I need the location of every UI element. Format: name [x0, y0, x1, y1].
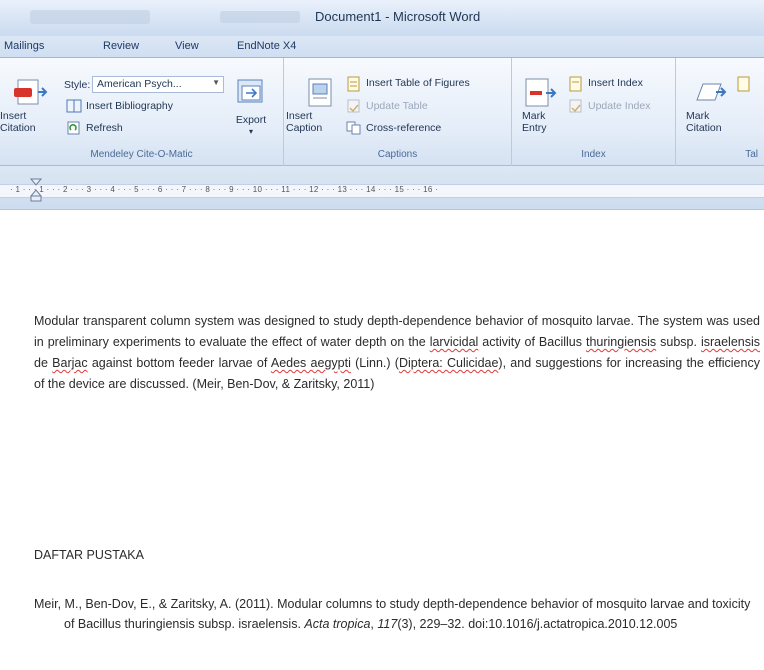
group-label-mendeley: Mendeley Cite-O-Matic — [90, 149, 193, 160]
text-run: subsp. — [656, 335, 701, 349]
document-page[interactable]: Modular transparent column system was de… — [0, 211, 764, 670]
update-table-label: Update Table — [366, 100, 428, 112]
text-run: (3), 229–32. doi:10.1016/j.actatropica.2… — [397, 617, 678, 631]
text-run: against bottom feeder larvae of — [87, 356, 271, 370]
style-label: Style: — [64, 79, 91, 91]
export-label: Export — [235, 114, 267, 126]
style-value: American Psych... — [97, 78, 182, 90]
abstract-paragraph[interactable]: Modular transparent column system was de… — [34, 311, 760, 395]
tab-view[interactable]: View — [175, 40, 199, 52]
tab-endnote[interactable]: EndNote X4 — [237, 40, 296, 52]
window-title: Document1 - Microsoft Word — [315, 9, 481, 24]
text-run: (Linn.) ( — [350, 356, 399, 370]
export-icon — [237, 79, 263, 103]
spelling-error[interactable]: Aedes aegypti — [271, 356, 351, 370]
refresh-label: Refresh — [86, 122, 123, 134]
insert-index-label: Insert Index — [588, 77, 643, 89]
reference-entry[interactable]: Meir, M., Ben-Dov, E., & Zaritsky, A. (2… — [34, 594, 760, 634]
update-table-icon — [347, 99, 360, 113]
insert-caption-label: Insert Caption — [286, 110, 323, 134]
group-index: Mark Entry Insert Index Update Index Ind… — [512, 58, 676, 166]
journal-title: Acta tropica — [304, 617, 371, 631]
group-mendeley: Insert Citation Style: American Psych...… — [0, 58, 284, 166]
spelling-error[interactable]: Diptera: Culicidae — [399, 356, 498, 370]
spelling-error[interactable]: thuringiensis — [586, 335, 656, 349]
contextual-tab-label — [220, 11, 300, 23]
spelling-error[interactable]: israelensis — [701, 335, 760, 349]
update-index-label: Update Index — [588, 100, 651, 112]
tab-review[interactable]: Review — [103, 40, 139, 52]
table-of-authorities-icon — [737, 76, 750, 92]
quick-access-toolbar — [30, 10, 150, 24]
text-run: de — [34, 356, 53, 370]
insert-citation-label: Insert Citation — [0, 110, 36, 134]
insert-caption-icon — [308, 78, 332, 107]
tab-mailings[interactable]: Mailings — [4, 40, 44, 52]
spelling-error[interactable]: larvicidal — [430, 335, 479, 349]
update-index-icon — [569, 99, 582, 113]
ribbon: Insert Citation Style: American Psych...… — [0, 58, 764, 166]
mark-entry-icon — [525, 78, 557, 107]
ribbon-tabs: Mailings Review View EndNote X4 — [0, 36, 764, 58]
insert-index-icon — [569, 76, 582, 92]
ruler[interactable]: · 1 · · · 1 · · · 2 · · · 3 · · · 4 · · … — [0, 166, 764, 210]
group-label-captions: Captions — [377, 149, 418, 160]
journal-volume: 117 — [377, 617, 398, 631]
group-label-toa: Tal — [745, 149, 758, 160]
cross-reference-label: Cross-reference — [366, 122, 442, 134]
refresh-icon — [67, 121, 80, 135]
mark-citation-label: Mark Citation — [686, 110, 722, 134]
ruler-marks: · 1 · · · 1 · · · 2 · · · 3 · · · 4 · · … — [10, 185, 439, 194]
group-table-of-authorities: Mark Citation Tal — [676, 58, 764, 166]
style-dropdown[interactable]: American Psych... ▼ — [92, 76, 224, 93]
bibliography-heading: DAFTAR PUSTAKA — [34, 548, 144, 562]
group-captions: Insert Caption Insert Table of Figures U… — [284, 58, 512, 166]
export-chevron-icon: ▾ — [248, 127, 253, 136]
bibliography-icon — [66, 99, 82, 113]
chevron-down-icon: ▼ — [212, 78, 220, 87]
text-run: activity of Bacillus — [478, 335, 586, 349]
insert-table-of-figures-label: Insert Table of Figures — [366, 77, 470, 89]
insert-bibliography-label: Insert Bibliography — [86, 100, 173, 112]
spelling-error[interactable]: Barjac — [52, 356, 87, 370]
table-of-figures-icon — [347, 76, 360, 92]
mark-entry-label: Mark Entry — [522, 110, 547, 134]
group-label-index: Index — [581, 149, 606, 160]
mark-citation-icon — [696, 83, 727, 101]
cross-reference-icon — [346, 121, 361, 135]
insert-citation-icon — [14, 79, 48, 105]
title-bar: Document1 - Microsoft Word — [0, 0, 764, 36]
